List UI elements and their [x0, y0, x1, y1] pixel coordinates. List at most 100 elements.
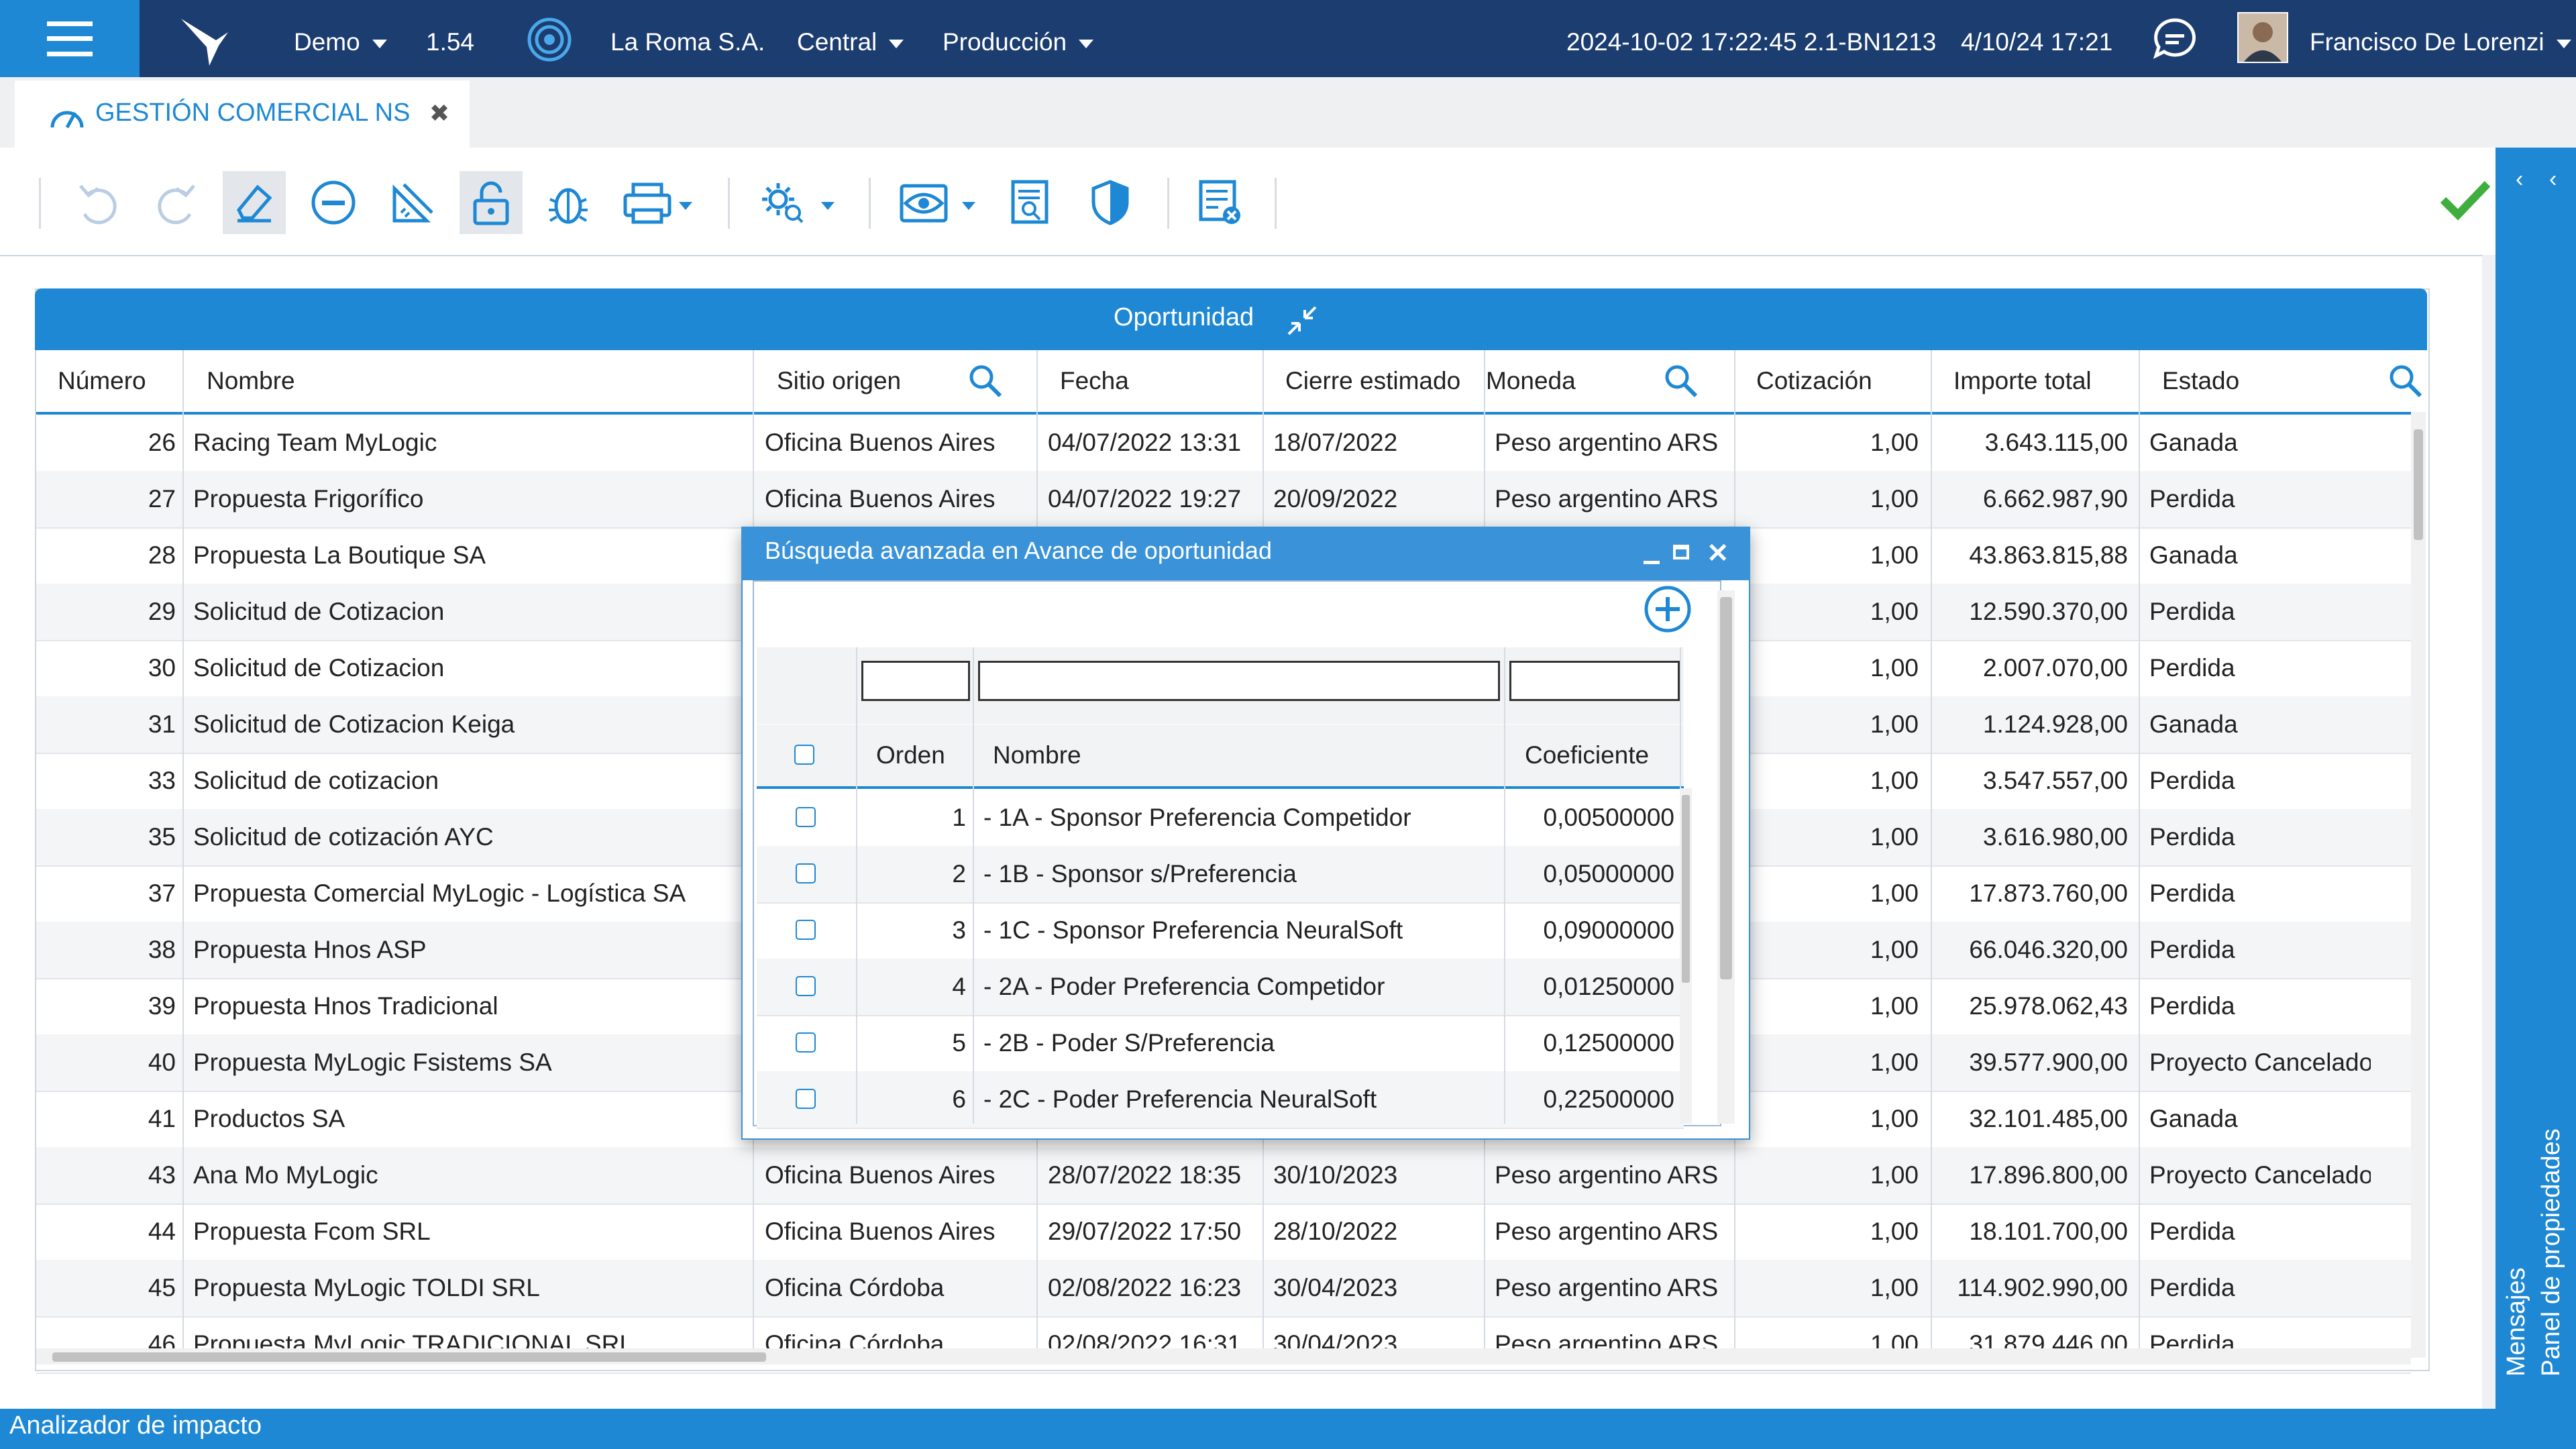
site-selector[interactable]: Central — [797, 0, 904, 77]
cell-sitio: Oficina Buenos Aires — [765, 429, 996, 456]
properties-tab[interactable]: Panel de propiedades — [2537, 1128, 2566, 1377]
cell-cot: 1,00 — [1870, 1161, 1919, 1189]
cell-estado: Perdida — [2149, 823, 2235, 851]
cell-sitio: Oficina Buenos Aires — [765, 485, 996, 513]
cell-fecha: 04/07/2022 19:27 — [1048, 485, 1242, 513]
col-orden[interactable]: Orden — [876, 724, 945, 786]
cell-estado: Ganada — [2149, 1105, 2238, 1132]
cell-coef: 0,01250000 — [1543, 973, 1674, 1000]
unlock-button[interactable] — [460, 171, 523, 234]
filter-orden-input[interactable] — [861, 661, 970, 701]
cell-cot: 1,00 — [1870, 936, 1919, 963]
col-importe-total[interactable]: Importe total — [1953, 350, 2092, 412]
remove-button[interactable] — [302, 171, 365, 234]
company-label[interactable]: La Roma S.A. — [610, 0, 765, 77]
dialog-list-scroll-thumb[interactable] — [1682, 795, 1690, 983]
eraser-button[interactable] — [223, 171, 286, 234]
add-button[interactable] — [1644, 585, 1692, 637]
col-sitio-origen[interactable]: Sitio origen — [777, 350, 901, 412]
row-checkbox[interactable] — [796, 1089, 816, 1109]
clear-list-button[interactable] — [1189, 171, 1252, 234]
col-cierre-estimado[interactable]: Cierre estimado — [1285, 350, 1460, 412]
col-nombre[interactable]: Nombre — [993, 724, 1081, 786]
avatar[interactable] — [2237, 12, 2288, 63]
mode-selector[interactable]: Producción — [943, 0, 1094, 77]
cell-importe: 66.046.320,00 — [1969, 936, 2128, 963]
col-moneda[interactable]: Moneda — [1486, 350, 1576, 412]
user-menu[interactable]: Francisco De Lorenzi — [2310, 0, 2571, 77]
collapse-left-icon[interactable]: ‹ — [2516, 166, 2523, 193]
table-row[interactable]: 46 Propuesta MyLogic TRADICIONAL SRL Ofici… — [36, 1316, 2411, 1374]
col-coeficiente[interactable]: Coeficiente — [1525, 724, 1649, 786]
cell-importe: 18.101.700,00 — [1969, 1218, 2128, 1245]
filter-coeficiente-input[interactable] — [1509, 661, 1680, 701]
table-row[interactable]: 45 Propuesta MyLogic TOLDI SRL Oficina Cór… — [36, 1260, 2411, 1318]
table-row[interactable]: 26 Racing Team MyLogic Oficina Buenos Aire… — [36, 415, 2411, 472]
impact-analyzer-tab[interactable]: Analizador de impacto — [9, 1411, 262, 1440]
menu-button[interactable] — [0, 0, 140, 77]
minimize-icon[interactable] — [1644, 561, 1660, 564]
col-estado[interactable]: Estado — [2162, 350, 2239, 412]
print-button[interactable] — [616, 171, 703, 234]
close-icon[interactable]: ✕ — [1707, 538, 1729, 569]
cell-orden: 5 — [952, 1029, 966, 1057]
cell-num: 33 — [148, 767, 176, 794]
chat-icon[interactable] — [2152, 16, 2198, 65]
cell-estado: Perdida — [2149, 1274, 2235, 1301]
table-row[interactable]: 44 Propuesta Fcom SRL Oficina Buenos Aires… — [36, 1203, 2411, 1261]
cell-cot: 1,00 — [1870, 654, 1919, 682]
col-cotizacion[interactable]: Cotización — [1756, 350, 1872, 412]
app-logo-icon — [176, 12, 233, 73]
cell-num: 41 — [148, 1105, 176, 1132]
env-selector[interactable]: Demo — [294, 0, 387, 77]
grid-vertical-scrollbar[interactable] — [2411, 412, 2426, 1358]
grid-horizontal-scroll-thumb[interactable] — [52, 1352, 766, 1362]
view-button[interactable] — [896, 171, 983, 234]
cell-cot: 1,00 — [1870, 485, 1919, 513]
eye-icon — [900, 184, 975, 223]
cell-cot: 1,00 — [1870, 1274, 1919, 1301]
messages-tab[interactable]: Mensajes — [2502, 1267, 2531, 1377]
list-remove-icon — [1199, 180, 1240, 224]
col-fecha[interactable]: Fecha — [1060, 350, 1129, 412]
row-checkbox[interactable] — [796, 920, 816, 940]
search-icon[interactable] — [2388, 364, 2423, 402]
col-numero[interactable]: Número — [58, 350, 146, 412]
table-row[interactable]: 27 Propuesta Frigorífico Oficina Buenos Ai… — [36, 471, 2411, 529]
cell-importe: 17.896.800,00 — [1969, 1161, 2128, 1189]
debug-button[interactable] — [537, 171, 600, 234]
collapse-right-icon[interactable]: ‹ — [2549, 166, 2557, 193]
row-checkbox[interactable] — [796, 863, 816, 883]
maximize-icon[interactable] — [1673, 545, 1689, 559]
filter-nombre-input[interactable] — [978, 661, 1500, 701]
cell-cierre: 30/10/2023 — [1273, 1161, 1398, 1189]
confirm-button[interactable] — [2440, 180, 2491, 223]
security-button[interactable] — [1079, 171, 1142, 234]
dialog-title: Búsqueda avanzada en Avance de oportunid… — [765, 537, 1272, 564]
table-row[interactable]: 43 Ana Mo MyLogic Oficina Buenos Aires 28/0… — [36, 1147, 2411, 1205]
col-nombre[interactable]: Nombre — [207, 350, 295, 412]
grid-vertical-scroll-thumb[interactable] — [2414, 429, 2423, 540]
cell-fecha: 04/07/2022 13:31 — [1048, 429, 1242, 456]
tab-close-icon[interactable]: ✖ — [429, 99, 449, 127]
collapse-icon[interactable] — [1285, 303, 1320, 341]
undo-icon — [79, 184, 117, 225]
design-button[interactable] — [381, 171, 444, 234]
shield-icon — [1091, 180, 1129, 225]
redo-button[interactable] — [144, 171, 207, 234]
document-search-button[interactable] — [1000, 171, 1063, 234]
undo-button[interactable] — [67, 171, 130, 234]
target-icon[interactable] — [527, 17, 572, 66]
row-checkbox[interactable] — [796, 976, 816, 996]
select-all-checkbox[interactable] — [794, 745, 814, 765]
search-icon[interactable] — [968, 364, 1003, 402]
search-icon[interactable] — [1664, 364, 1699, 402]
dialog-scroll-thumb[interactable] — [1720, 597, 1732, 979]
cell-num: 28 — [148, 541, 176, 569]
row-checkbox[interactable] — [796, 807, 816, 827]
settings-search-button[interactable] — [755, 171, 842, 234]
cell-moneda: Peso argentino ARS — [1495, 429, 1719, 456]
cell-num: 37 — [148, 879, 176, 907]
cell-nombre: Solicitud de Cotizacion — [193, 598, 445, 625]
row-checkbox[interactable] — [796, 1032, 816, 1053]
